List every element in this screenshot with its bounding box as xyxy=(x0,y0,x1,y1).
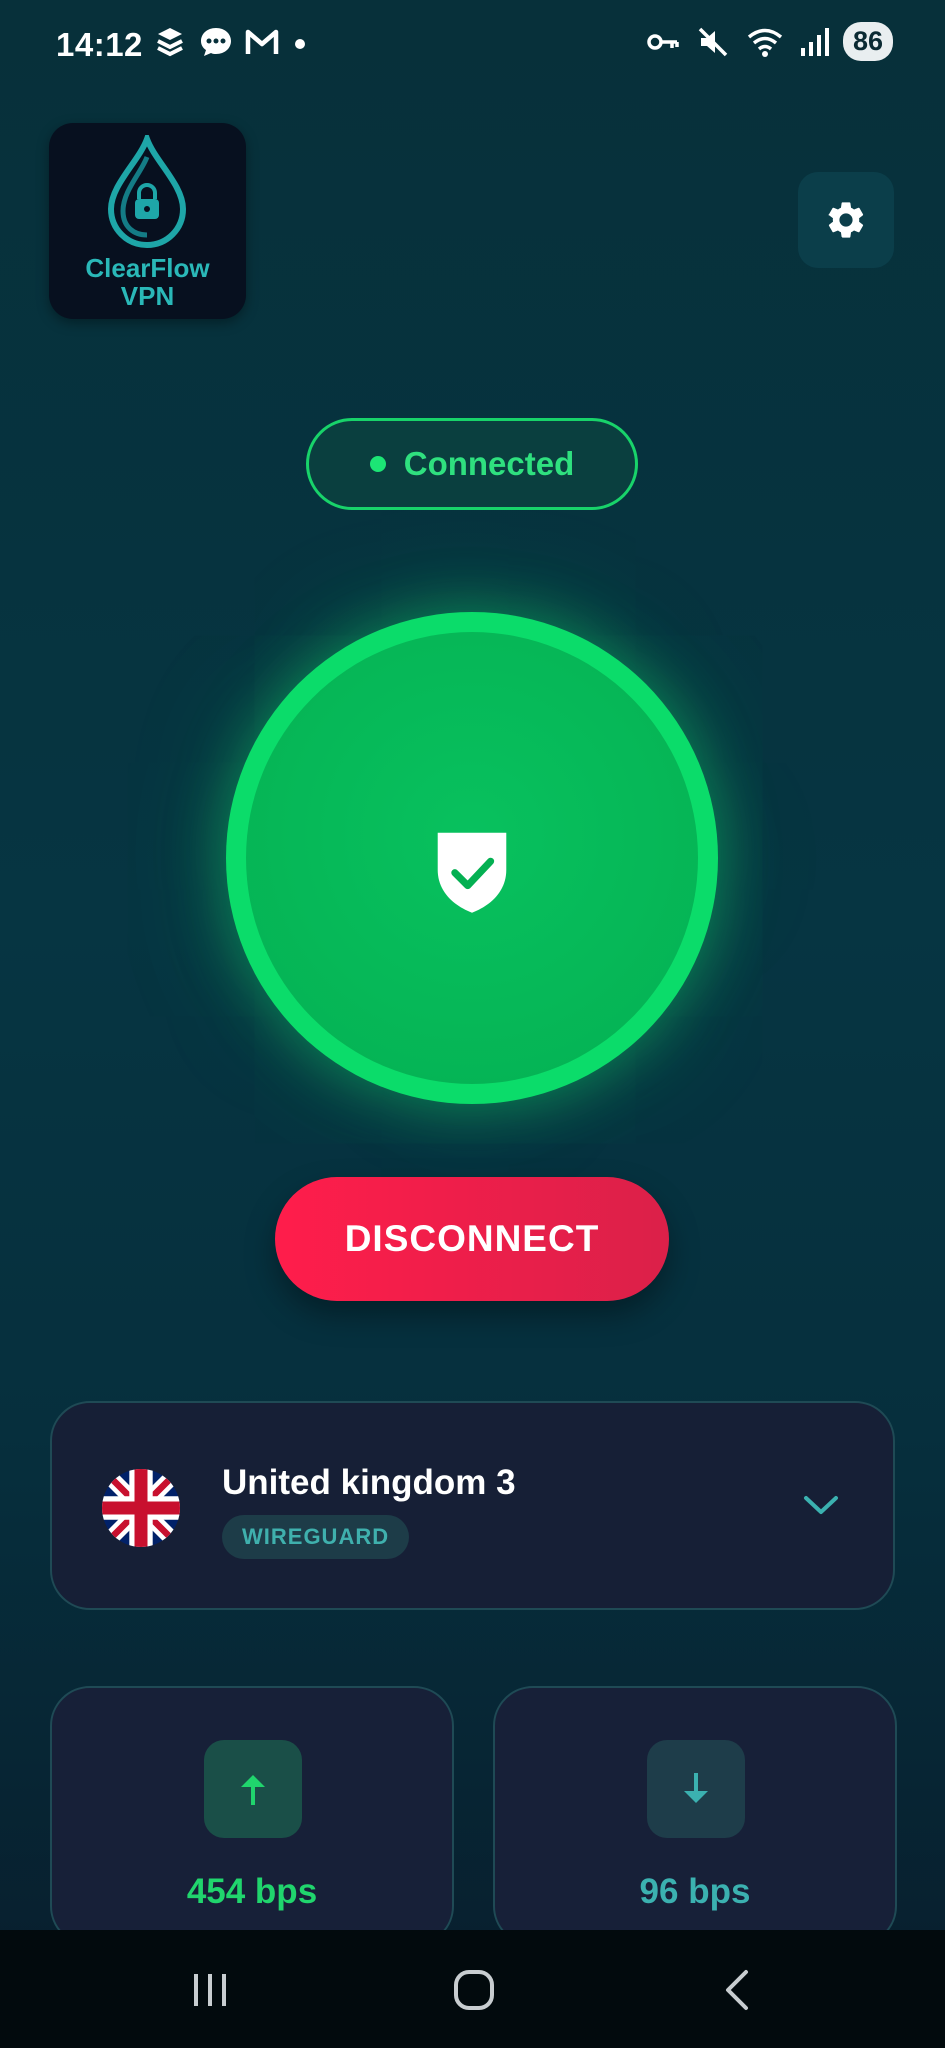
app-logo: ClearFlow VPN xyxy=(49,123,246,319)
arrow-up-icon xyxy=(241,1775,265,1805)
download-speed-value: 96 bps xyxy=(639,1872,751,1911)
server-selector[interactable]: United kingdom 3 WIREGUARD xyxy=(50,1401,895,1610)
gmail-icon xyxy=(245,29,279,54)
logo-subtitle: VPN xyxy=(120,281,175,311)
arrow-down-icon xyxy=(684,1773,708,1803)
system-icons: 86 xyxy=(645,22,893,61)
vpn-key-icon xyxy=(647,33,679,50)
signal-icon xyxy=(800,27,829,56)
status-bar: 14:12 86 xyxy=(0,0,945,92)
wifi-icon xyxy=(747,28,783,57)
recent-apps-button[interactable] xyxy=(180,1960,240,2020)
disconnect-button[interactable]: DISCONNECT xyxy=(275,1177,669,1301)
download-icon-box xyxy=(647,1740,745,1838)
uk-flag-icon xyxy=(102,1469,180,1547)
status-dot xyxy=(369,456,386,472)
logo-title: ClearFlow xyxy=(85,253,210,283)
stack-icon xyxy=(157,28,183,57)
connection-status-text: Connected xyxy=(403,445,575,482)
water-drop-lock-icon xyxy=(107,135,187,249)
status-time: 14:12 xyxy=(56,26,143,63)
download-speed-card: 96 bps xyxy=(493,1686,897,1946)
connection-circle-inner xyxy=(246,632,698,1084)
chevron-down-icon xyxy=(804,1496,838,1514)
connection-status-badge: Connected xyxy=(306,418,638,510)
home-button[interactable] xyxy=(444,1960,504,2020)
upload-speed-value: 454 bps xyxy=(186,1872,318,1911)
upload-speed-card: 454 bps xyxy=(50,1686,454,1946)
connection-toggle-circle[interactable] xyxy=(226,612,718,1104)
mute-icon xyxy=(698,27,728,56)
recent-apps-icon xyxy=(194,1974,226,2006)
back-button[interactable] xyxy=(708,1960,768,2020)
back-icon xyxy=(726,1970,748,2010)
gear-icon xyxy=(828,202,864,238)
settings-button[interactable] xyxy=(798,172,894,268)
chat-icon xyxy=(201,28,231,56)
dot-icon xyxy=(295,39,305,49)
server-name: United kingdom 3 xyxy=(222,1463,516,1502)
home-icon xyxy=(454,1970,494,2010)
battery-indicator: 86 xyxy=(842,22,893,61)
system-nav-bar xyxy=(0,1930,945,2048)
protocol-badge: WIREGUARD xyxy=(222,1515,410,1559)
shield-check-icon xyxy=(437,832,507,913)
upload-icon-box xyxy=(204,1740,302,1838)
notification-icons xyxy=(152,24,310,60)
